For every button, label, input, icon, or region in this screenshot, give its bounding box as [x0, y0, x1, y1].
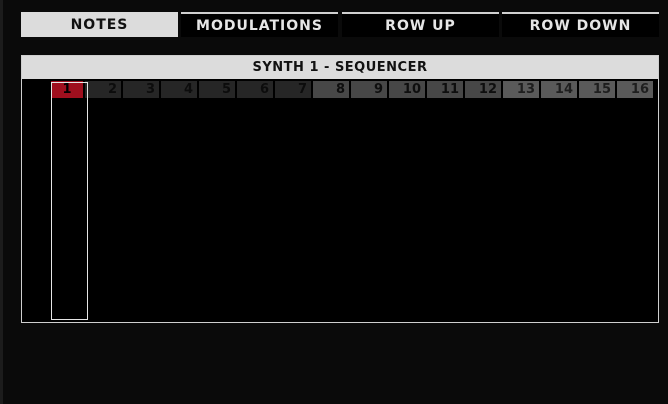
step-cell-16[interactable]: 16 [617, 81, 653, 98]
step-grid: 1 2 3 4 5 6 7 8 9 10 11 12 13 14 15 16 [51, 81, 653, 98]
step-cell-13[interactable]: 13 [503, 81, 539, 98]
step-cell-2[interactable]: 2 [85, 81, 121, 98]
step-cell-1[interactable]: 1 [51, 81, 83, 98]
step-cell-11[interactable]: 11 [427, 81, 463, 98]
step-cell-6[interactable]: 6 [237, 81, 273, 98]
row-up-button[interactable]: ROW UP [342, 12, 499, 37]
row-down-button[interactable]: ROW DOWN [502, 12, 659, 37]
screen: NOTES MODULATIONS ROW UP ROW DOWN SYNTH … [0, 0, 668, 404]
current-step-highlight [51, 82, 88, 320]
sequencer-panel: SYNTH 1 - SEQUENCER 1 2 3 4 5 6 7 8 9 10… [21, 55, 659, 323]
tab-notes[interactable]: NOTES [21, 12, 178, 37]
step-cell-12[interactable]: 12 [465, 81, 501, 98]
step-cell-3[interactable]: 3 [123, 81, 159, 98]
tab-modulations[interactable]: MODULATIONS [181, 12, 338, 37]
step-cell-7[interactable]: 7 [275, 81, 311, 98]
step-cell-5[interactable]: 5 [199, 81, 235, 98]
step-cell-10[interactable]: 10 [389, 81, 425, 98]
step-cell-8[interactable]: 8 [313, 81, 349, 98]
step-cell-4[interactable]: 4 [161, 81, 197, 98]
panel-title: SYNTH 1 - SEQUENCER [22, 56, 658, 79]
step-cell-15[interactable]: 15 [579, 81, 615, 98]
step-cell-14[interactable]: 14 [541, 81, 577, 98]
step-cell-9[interactable]: 9 [351, 81, 387, 98]
